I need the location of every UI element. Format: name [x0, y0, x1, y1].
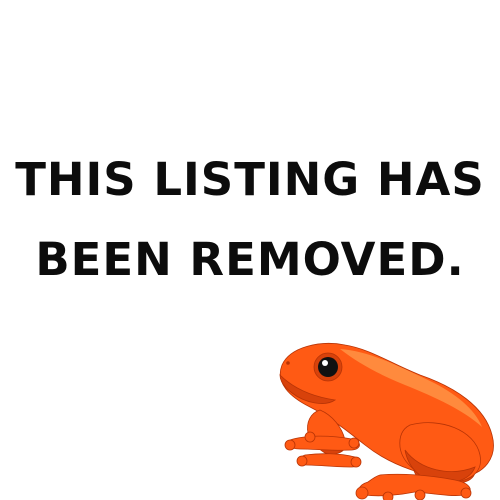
- removed-message-line-1: THIS LISTING HAS: [15, 153, 485, 206]
- removed-message: THIS LISTING HAS BEEN REMOVED.: [0, 140, 500, 300]
- frog-eye-glint: [322, 360, 328, 366]
- frog-front-toe-1: [284, 439, 296, 451]
- frog-front-toe-3: [348, 437, 360, 449]
- orange-frog-icon: [279, 343, 494, 500]
- frog-hind-toe-4: [460, 487, 472, 499]
- frog-front-finger-2: [299, 453, 360, 468]
- frog-hind-toe-1: [355, 486, 369, 500]
- listing-removed-page: THIS LISTING HAS BEEN REMOVED.: [0, 0, 500, 500]
- frog-front-toe-4: [296, 455, 308, 467]
- frog-hind-toe-3: [414, 489, 426, 500]
- frog-eye: [318, 357, 338, 377]
- frog-hind-toe-2: [382, 491, 394, 500]
- frog-nostril: [286, 361, 290, 365]
- removed-message-line-2: BEEN REMOVED.: [35, 233, 465, 286]
- frog-front-toe-5: [350, 456, 362, 468]
- frog-front-toe-2: [304, 431, 316, 443]
